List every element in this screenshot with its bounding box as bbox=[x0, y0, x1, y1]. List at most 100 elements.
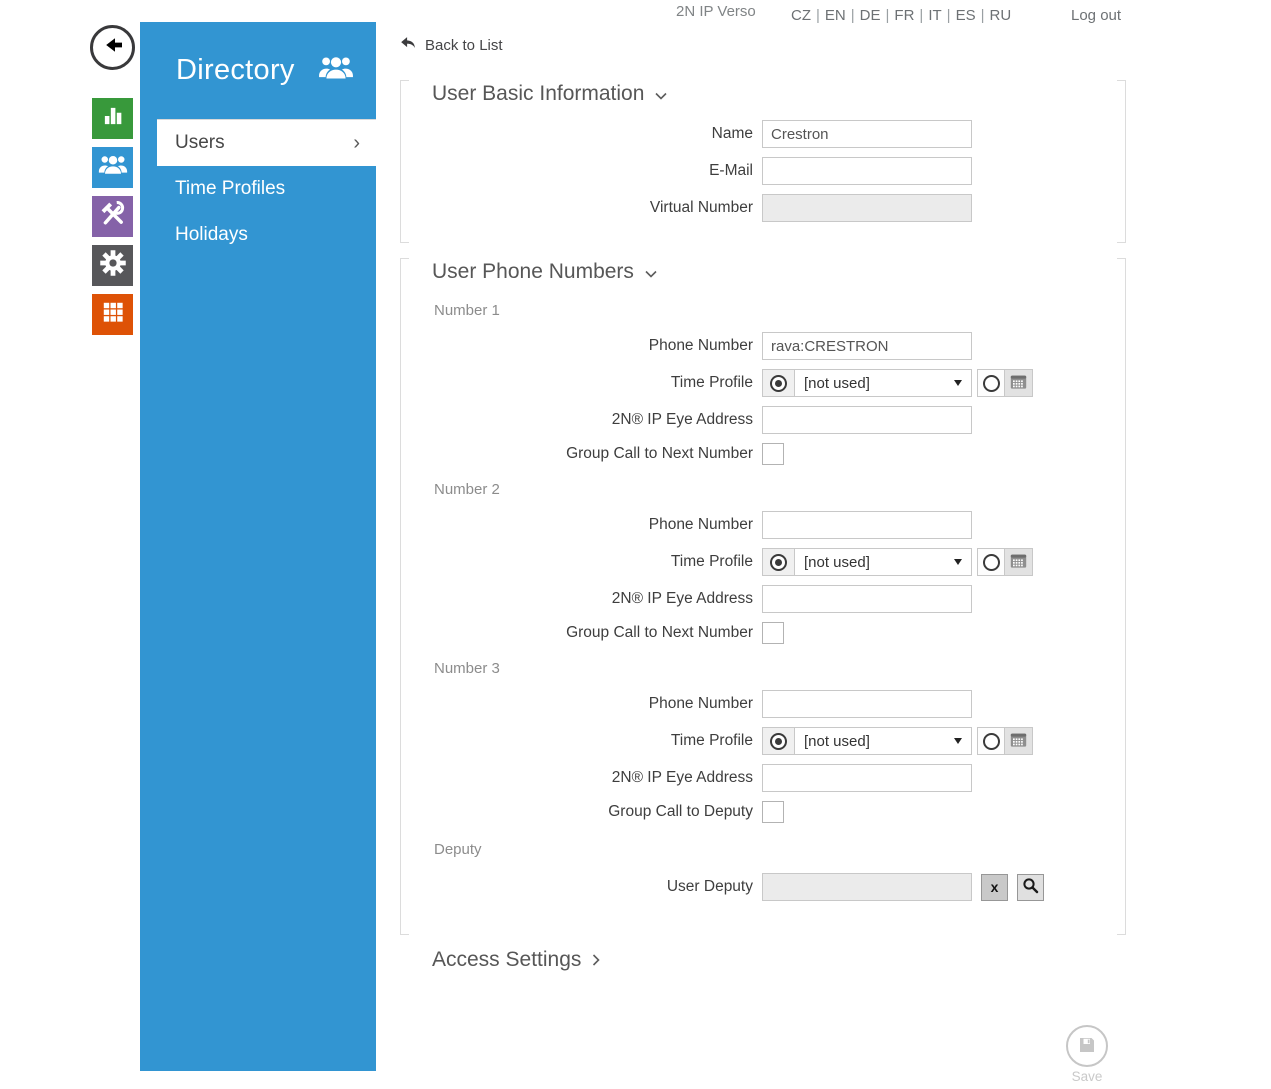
section-user-basic-information: User Basic Information Name E-Mail Virtu… bbox=[400, 80, 1126, 243]
section-title-basic[interactable]: User Basic Information bbox=[432, 80, 1126, 108]
time-profile-radio-selected[interactable] bbox=[770, 733, 787, 750]
logout-link[interactable]: Log out bbox=[1071, 7, 1121, 24]
group-call-2-checkbox[interactable] bbox=[762, 622, 784, 644]
field-label: Phone Number bbox=[400, 516, 762, 534]
calendar-button[interactable] bbox=[1004, 370, 1032, 396]
lang-separator: | bbox=[813, 7, 823, 24]
lang-it[interactable]: IT bbox=[926, 7, 943, 24]
form-row-user-deputy: User Deputy x bbox=[400, 873, 1126, 901]
form-row-eye-address-3: 2N® IP Eye Address bbox=[400, 764, 1126, 792]
sidebar-item-users[interactable]: Users › bbox=[157, 119, 376, 166]
caret-down-icon bbox=[954, 559, 962, 565]
time-profile-radio-cell bbox=[763, 728, 795, 754]
time-profile-radio-cell bbox=[763, 549, 795, 575]
time-profile-value: [not used] bbox=[804, 554, 954, 571]
form-row-phone-number-3: Phone Number bbox=[400, 690, 1126, 718]
form-row-name: Name bbox=[400, 120, 1126, 148]
email-field[interactable] bbox=[762, 157, 972, 185]
nav-system[interactable] bbox=[92, 294, 133, 335]
back-to-list-label: Back to List bbox=[425, 37, 503, 54]
form-row-email: E-Mail bbox=[400, 157, 1126, 185]
page: 2N IP Verso CZ|EN|DE|FR|IT|ES|RU Log out bbox=[0, 0, 1271, 1089]
lang-separator: | bbox=[916, 7, 926, 24]
phone-number-2-field[interactable] bbox=[762, 511, 972, 539]
time-profile-value: [not used] bbox=[804, 375, 954, 392]
ip-eye-address-1-field[interactable] bbox=[762, 406, 972, 434]
sidebar-menu: Users › Time Profiles Holidays bbox=[140, 119, 376, 258]
back-to-list-link[interactable]: Back to List bbox=[400, 36, 503, 55]
users-icon bbox=[98, 150, 128, 185]
nav-hardware[interactable] bbox=[92, 196, 133, 237]
return-arrow-icon bbox=[400, 36, 417, 55]
deputy-heading: Deputy bbox=[434, 841, 1126, 859]
group-call-1-checkbox[interactable] bbox=[762, 443, 784, 465]
section-title-phones[interactable]: User Phone Numbers bbox=[432, 258, 1126, 286]
users-icon bbox=[318, 50, 354, 91]
group-call-deputy-checkbox[interactable] bbox=[762, 801, 784, 823]
calendar-button[interactable] bbox=[1004, 728, 1032, 754]
gear-icon bbox=[98, 248, 128, 283]
nav-services[interactable] bbox=[92, 245, 133, 286]
number-3-heading: Number 3 bbox=[434, 660, 1126, 678]
nav-directory[interactable] bbox=[92, 147, 133, 188]
field-label: Time Profile bbox=[400, 732, 762, 750]
save-button-label: Save bbox=[1058, 1069, 1116, 1084]
bar-chart-icon bbox=[100, 103, 126, 134]
lang-de[interactable]: DE bbox=[858, 7, 883, 24]
section-title-access[interactable]: Access Settings bbox=[432, 946, 1126, 974]
field-label: 2N® IP Eye Address bbox=[400, 411, 762, 429]
time-profile-combo: [not used] bbox=[762, 369, 972, 397]
time-profile-select[interactable]: [not used] bbox=[795, 549, 971, 575]
field-label: Phone Number bbox=[400, 337, 762, 355]
lang-fr[interactable]: FR bbox=[892, 7, 916, 24]
field-label: Name bbox=[400, 125, 762, 143]
nav-status[interactable] bbox=[92, 98, 133, 139]
time-profile-combo: [not used] bbox=[762, 727, 972, 755]
search-icon bbox=[1022, 877, 1039, 897]
form-row-group-call-deputy: Group Call to Deputy bbox=[400, 801, 1126, 823]
ip-eye-address-2-field[interactable] bbox=[762, 585, 972, 613]
time-profile-select[interactable]: [not used] bbox=[795, 728, 971, 754]
lang-cz[interactable]: CZ bbox=[789, 7, 813, 24]
back-button[interactable] bbox=[90, 25, 135, 70]
chevron-down-icon bbox=[655, 82, 667, 106]
caret-down-icon bbox=[954, 738, 962, 744]
time-profile-alt-radio-cell bbox=[978, 549, 1004, 575]
sidebar-item-holidays[interactable]: Holidays bbox=[140, 212, 376, 258]
floppy-disk-icon bbox=[1077, 1035, 1097, 1058]
time-profile-alt-radio-cell bbox=[978, 728, 1004, 754]
form-row-eye-address-2: 2N® IP Eye Address bbox=[400, 585, 1126, 613]
sidebar-item-time-profiles[interactable]: Time Profiles bbox=[140, 166, 376, 212]
time-profile-alt-radio-cell bbox=[978, 370, 1004, 396]
phone-number-3-field[interactable] bbox=[762, 690, 972, 718]
number-1-heading: Number 1 bbox=[434, 302, 1126, 320]
time-profile-radio-selected[interactable] bbox=[770, 375, 787, 392]
lang-separator: | bbox=[944, 7, 954, 24]
field-label: 2N® IP Eye Address bbox=[400, 769, 762, 787]
field-label: Group Call to Deputy bbox=[400, 803, 762, 821]
clear-deputy-button[interactable]: x bbox=[981, 874, 1008, 901]
time-profile-alt-group bbox=[977, 548, 1033, 576]
time-profile-radio-unselected[interactable] bbox=[983, 733, 1000, 750]
form-row-phone-number-1: Phone Number bbox=[400, 332, 1126, 360]
time-profile-radio-selected[interactable] bbox=[770, 554, 787, 571]
search-deputy-button[interactable] bbox=[1017, 874, 1044, 901]
lang-ru[interactable]: RU bbox=[987, 7, 1013, 24]
time-profile-select[interactable]: [not used] bbox=[795, 370, 971, 396]
time-profile-widget: [not used] bbox=[762, 369, 1033, 397]
ip-eye-address-3-field[interactable] bbox=[762, 764, 972, 792]
lang-en[interactable]: EN bbox=[823, 7, 848, 24]
time-profile-radio-cell bbox=[763, 370, 795, 396]
time-profile-radio-unselected[interactable] bbox=[983, 375, 1000, 392]
time-profile-alt-group bbox=[977, 727, 1033, 755]
save-button[interactable] bbox=[1066, 1025, 1108, 1067]
form-row-virtual-number: Virtual Number bbox=[400, 194, 1126, 222]
lang-es[interactable]: ES bbox=[954, 7, 978, 24]
sidebar-item-label: Users bbox=[175, 132, 225, 154]
time-profile-radio-unselected[interactable] bbox=[983, 554, 1000, 571]
form-row-time-profile-1: Time Profile [not used] bbox=[400, 369, 1126, 397]
phone-number-1-field[interactable] bbox=[762, 332, 972, 360]
field-label: Group Call to Next Number bbox=[400, 624, 762, 642]
calendar-button[interactable] bbox=[1004, 549, 1032, 575]
name-field[interactable] bbox=[762, 120, 972, 148]
